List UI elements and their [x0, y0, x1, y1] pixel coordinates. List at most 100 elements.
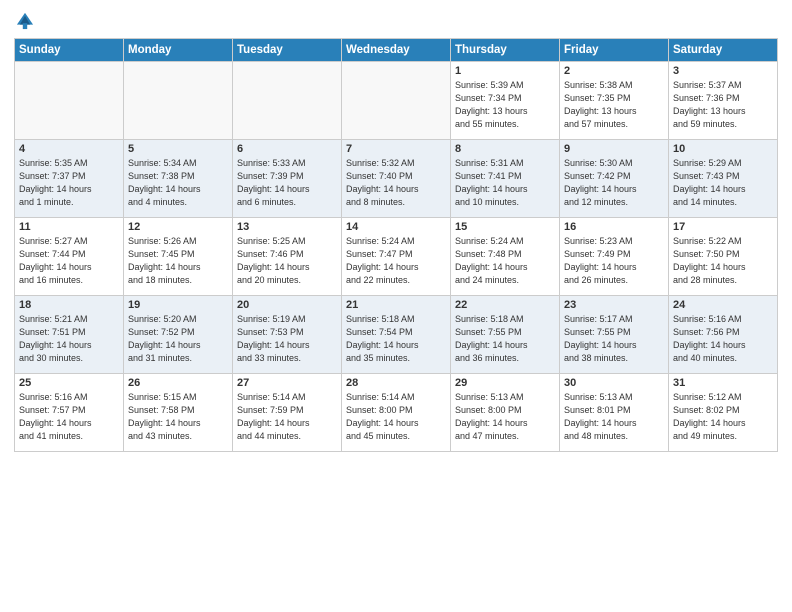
day-number: 20: [237, 299, 337, 311]
day-number: 17: [673, 221, 773, 233]
calendar-header-row: SundayMondayTuesdayWednesdayThursdayFrid…: [15, 39, 778, 62]
col-header-friday: Friday: [560, 39, 669, 62]
col-header-thursday: Thursday: [451, 39, 560, 62]
day-number: 10: [673, 143, 773, 155]
day-number: 1: [455, 65, 555, 77]
logo: [14, 10, 40, 32]
day-number: 7: [346, 143, 446, 155]
calendar-cell: 28 Sunrise: 5:14 AM Sunset: 8:00 PM Dayli…: [342, 374, 451, 452]
calendar-cell: 1 Sunrise: 5:39 AM Sunset: 7:34 PM Daylig…: [451, 62, 560, 140]
day-number: 2: [564, 65, 664, 77]
calendar-cell: 29 Sunrise: 5:13 AM Sunset: 8:00 PM Dayli…: [451, 374, 560, 452]
day-number: 24: [673, 299, 773, 311]
day-number: 3: [673, 65, 773, 77]
day-number: 14: [346, 221, 446, 233]
day-info: Sunrise: 5:15 AM Sunset: 7:58 PM Dayligh…: [128, 391, 228, 443]
calendar-week-3: 11 Sunrise: 5:27 AM Sunset: 7:44 PM Dayli…: [15, 218, 778, 296]
calendar-cell: 25 Sunrise: 5:16 AM Sunset: 7:57 PM Dayli…: [15, 374, 124, 452]
day-info: Sunrise: 5:17 AM Sunset: 7:55 PM Dayligh…: [564, 313, 664, 365]
calendar-cell: [233, 62, 342, 140]
day-number: 31: [673, 377, 773, 389]
day-number: 12: [128, 221, 228, 233]
day-info: Sunrise: 5:25 AM Sunset: 7:46 PM Dayligh…: [237, 235, 337, 287]
day-info: Sunrise: 5:33 AM Sunset: 7:39 PM Dayligh…: [237, 157, 337, 209]
calendar-cell: 26 Sunrise: 5:15 AM Sunset: 7:58 PM Dayli…: [124, 374, 233, 452]
day-info: Sunrise: 5:32 AM Sunset: 7:40 PM Dayligh…: [346, 157, 446, 209]
calendar-cell: 15Sunrise: 5:24 AM Sunset: 7:48 PM Dayli…: [451, 218, 560, 296]
calendar-cell: [124, 62, 233, 140]
calendar-cell: 17 Sunrise: 5:22 AM Sunset: 7:50 PM Dayli…: [669, 218, 778, 296]
day-info: Sunrise: 5:31 AM Sunset: 7:41 PM Dayligh…: [455, 157, 555, 209]
calendar-cell: 27 Sunrise: 5:14 AM Sunset: 7:59 PM Dayli…: [233, 374, 342, 452]
day-number: 4: [19, 143, 119, 155]
calendar-cell: 5 Sunrise: 5:34 AM Sunset: 7:38 PM Daylig…: [124, 140, 233, 218]
calendar-cell: 16Sunrise: 5:23 AM Sunset: 7:49 PM Dayli…: [560, 218, 669, 296]
day-info: Sunrise: 5:26 AM Sunset: 7:45 PM Dayligh…: [128, 235, 228, 287]
day-info: Sunrise: 5:14 AM Sunset: 7:59 PM Dayligh…: [237, 391, 337, 443]
header: [14, 10, 778, 32]
calendar-cell: 31Sunrise: 5:12 AM Sunset: 8:02 PM Dayli…: [669, 374, 778, 452]
day-number: 23: [564, 299, 664, 311]
day-info: Sunrise: 5:16 AM Sunset: 7:56 PM Dayligh…: [673, 313, 773, 365]
day-info: Sunrise: 5:16 AM Sunset: 7:57 PM Dayligh…: [19, 391, 119, 443]
day-info: Sunrise: 5:29 AM Sunset: 7:43 PM Dayligh…: [673, 157, 773, 209]
calendar-cell: 21 Sunrise: 5:18 AM Sunset: 7:54 PM Dayli…: [342, 296, 451, 374]
day-number: 8: [455, 143, 555, 155]
col-header-sunday: Sunday: [15, 39, 124, 62]
day-info: Sunrise: 5:18 AM Sunset: 7:54 PM Dayligh…: [346, 313, 446, 365]
day-info: Sunrise: 5:39 AM Sunset: 7:34 PM Dayligh…: [455, 79, 555, 131]
calendar-cell: 10 Sunrise: 5:29 AM Sunset: 7:43 PM Dayli…: [669, 140, 778, 218]
day-info: Sunrise: 5:18 AM Sunset: 7:55 PM Dayligh…: [455, 313, 555, 365]
day-info: Sunrise: 5:34 AM Sunset: 7:38 PM Dayligh…: [128, 157, 228, 209]
calendar-cell: 9Sunrise: 5:30 AM Sunset: 7:42 PM Daylig…: [560, 140, 669, 218]
day-number: 19: [128, 299, 228, 311]
calendar-cell: 18Sunrise: 5:21 AM Sunset: 7:51 PM Dayli…: [15, 296, 124, 374]
day-info: Sunrise: 5:24 AM Sunset: 7:47 PM Dayligh…: [346, 235, 446, 287]
day-info: Sunrise: 5:13 AM Sunset: 8:00 PM Dayligh…: [455, 391, 555, 443]
col-header-saturday: Saturday: [669, 39, 778, 62]
calendar-cell: 2 Sunrise: 5:38 AM Sunset: 7:35 PM Daylig…: [560, 62, 669, 140]
day-number: 25: [19, 377, 119, 389]
day-info: Sunrise: 5:24 AM Sunset: 7:48 PM Dayligh…: [455, 235, 555, 287]
calendar-cell: 3Sunrise: 5:37 AM Sunset: 7:36 PM Daylig…: [669, 62, 778, 140]
day-info: Sunrise: 5:38 AM Sunset: 7:35 PM Dayligh…: [564, 79, 664, 131]
col-header-tuesday: Tuesday: [233, 39, 342, 62]
day-number: 26: [128, 377, 228, 389]
day-info: Sunrise: 5:27 AM Sunset: 7:44 PM Dayligh…: [19, 235, 119, 287]
calendar-week-2: 4 Sunrise: 5:35 AM Sunset: 7:37 PM Daylig…: [15, 140, 778, 218]
day-info: Sunrise: 5:13 AM Sunset: 8:01 PM Dayligh…: [564, 391, 664, 443]
day-number: 22: [455, 299, 555, 311]
calendar-cell: 11 Sunrise: 5:27 AM Sunset: 7:44 PM Dayli…: [15, 218, 124, 296]
day-info: Sunrise: 5:35 AM Sunset: 7:37 PM Dayligh…: [19, 157, 119, 209]
day-number: 11: [19, 221, 119, 233]
day-number: 21: [346, 299, 446, 311]
calendar-cell: 24 Sunrise: 5:16 AM Sunset: 7:56 PM Dayli…: [669, 296, 778, 374]
day-number: 5: [128, 143, 228, 155]
day-info: Sunrise: 5:19 AM Sunset: 7:53 PM Dayligh…: [237, 313, 337, 365]
calendar-cell: [342, 62, 451, 140]
calendar-cell: 23 Sunrise: 5:17 AM Sunset: 7:55 PM Dayli…: [560, 296, 669, 374]
day-info: Sunrise: 5:30 AM Sunset: 7:42 PM Dayligh…: [564, 157, 664, 209]
day-info: Sunrise: 5:14 AM Sunset: 8:00 PM Dayligh…: [346, 391, 446, 443]
logo-icon: [14, 10, 36, 32]
col-header-monday: Monday: [124, 39, 233, 62]
day-number: 28: [346, 377, 446, 389]
calendar-cell: 4 Sunrise: 5:35 AM Sunset: 7:37 PM Daylig…: [15, 140, 124, 218]
day-info: Sunrise: 5:20 AM Sunset: 7:52 PM Dayligh…: [128, 313, 228, 365]
calendar-cell: 30 Sunrise: 5:13 AM Sunset: 8:01 PM Dayli…: [560, 374, 669, 452]
day-number: 30: [564, 377, 664, 389]
calendar-week-1: 1 Sunrise: 5:39 AM Sunset: 7:34 PM Daylig…: [15, 62, 778, 140]
calendar-cell: 8 Sunrise: 5:31 AM Sunset: 7:41 PM Daylig…: [451, 140, 560, 218]
day-number: 29: [455, 377, 555, 389]
calendar-cell: 13 Sunrise: 5:25 AM Sunset: 7:46 PM Dayli…: [233, 218, 342, 296]
day-number: 13: [237, 221, 337, 233]
day-number: 27: [237, 377, 337, 389]
calendar-cell: [15, 62, 124, 140]
day-info: Sunrise: 5:22 AM Sunset: 7:50 PM Dayligh…: [673, 235, 773, 287]
calendar-cell: 22 Sunrise: 5:18 AM Sunset: 7:55 PM Dayli…: [451, 296, 560, 374]
calendar-cell: 7 Sunrise: 5:32 AM Sunset: 7:40 PM Daylig…: [342, 140, 451, 218]
calendar-cell: 12 Sunrise: 5:26 AM Sunset: 7:45 PM Dayli…: [124, 218, 233, 296]
calendar-week-5: 25 Sunrise: 5:16 AM Sunset: 7:57 PM Dayli…: [15, 374, 778, 452]
day-number: 18: [19, 299, 119, 311]
calendar-cell: 6Sunrise: 5:33 AM Sunset: 7:39 PM Daylig…: [233, 140, 342, 218]
